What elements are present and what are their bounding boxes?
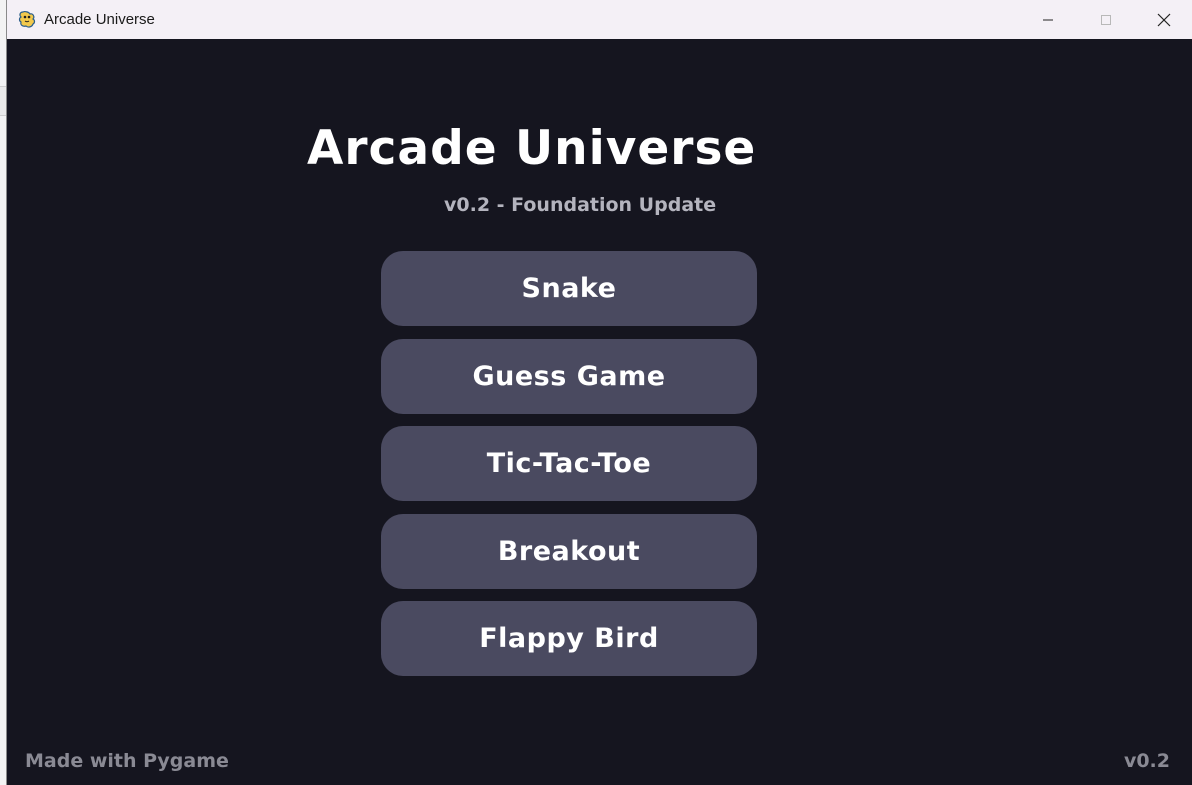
pygame-snake-icon: [17, 9, 37, 29]
flappy-bird-button[interactable]: Flappy Bird: [381, 601, 757, 676]
footer-version: v0.2: [1123, 750, 1170, 772]
game-canvas: Arcade Universe v0.2 - Foundation Update…: [7, 39, 1192, 785]
breakout-button[interactable]: Breakout: [381, 513, 757, 589]
window-title: Arcade Universe: [44, 11, 155, 28]
footer-credit: Made with Pygame: [25, 750, 229, 772]
maximize-icon: [1101, 14, 1111, 25]
minimize-icon: [1043, 19, 1053, 20]
game-subtitle: v0.2 - Foundation Update: [444, 194, 717, 216]
game-menu: Snake Guess Game Tic-Tac-Toe Breakout Fl…: [381, 251, 757, 689]
maximize-button[interactable]: [1077, 0, 1135, 39]
snake-button[interactable]: Snake: [381, 251, 757, 326]
minimize-button[interactable]: [1019, 0, 1077, 39]
guess-game-button[interactable]: Guess Game: [381, 338, 757, 414]
window-titlebar[interactable]: Arcade Universe: [7, 0, 1192, 39]
tic-tac-toe-button[interactable]: Tic-Tac-Toe: [381, 426, 757, 501]
close-icon: [1157, 13, 1171, 26]
app-window: Arcade Universe Arcade Universe v0.2 - F…: [6, 0, 1192, 785]
close-button[interactable]: [1135, 0, 1192, 39]
game-title: Arcade Universe: [307, 121, 757, 176]
